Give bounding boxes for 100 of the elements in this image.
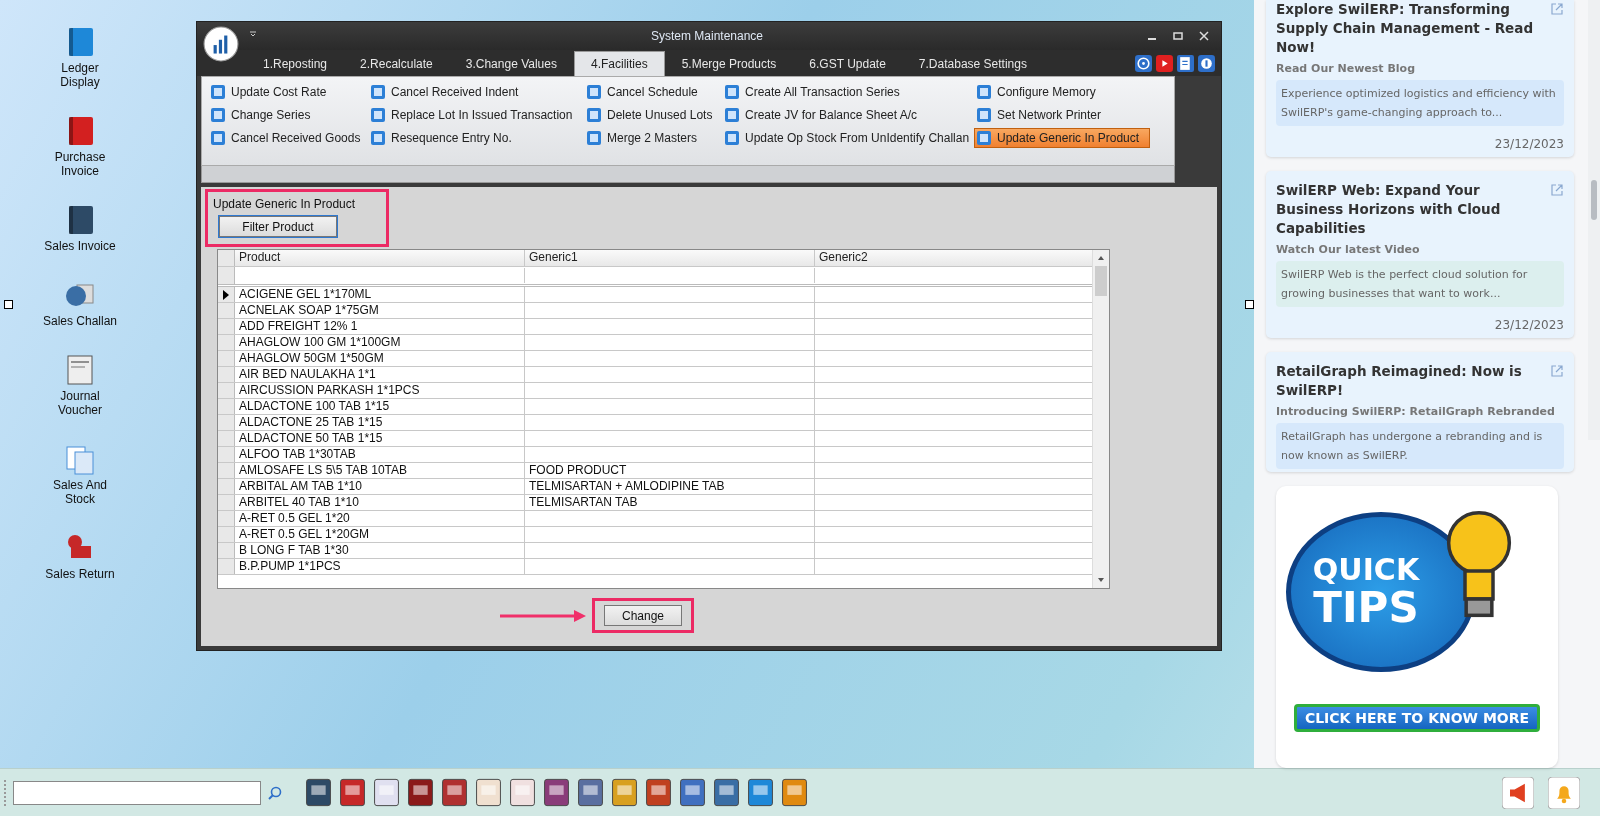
news-title[interactable]: RetailGraph Reimagined: Now is SwilERP! — [1276, 362, 1544, 400]
ribbon-item[interactable]: Replace Lot In Issued Transaction — [368, 105, 584, 125]
shortcut-label[interactable]: Sales Return — [40, 567, 120, 581]
ribbon-item[interactable]: Cancel Received Indent — [368, 82, 584, 102]
news-card[interactable]: SwilERP Web: Expand Your Business Horizons with Cloud Capabilities Watch Our latest Video SwilERP Web is the perfect cloud solution for growing businesses that want to work... 23/12/2023 — [1266, 171, 1574, 338]
shortcut-label[interactable]: Sales Challan — [40, 314, 120, 328]
maximize-icon[interactable] — [1173, 31, 1183, 41]
table-cell: AHAGLOW 50GM 1*50GM — [235, 351, 525, 366]
row-header[interactable] — [218, 287, 235, 302]
know-more-button[interactable]: CLICK HERE TO KNOW MORE — [1294, 704, 1540, 732]
change-button[interactable]: Change — [604, 605, 682, 626]
tab[interactable]: 4.Facilities — [573, 51, 665, 76]
notepad-icon[interactable] — [1177, 55, 1194, 72]
tab[interactable]: 2.Recalculate — [344, 52, 449, 76]
shortcut-label[interactable]: Ledger Display — [40, 61, 120, 89]
table-cell: AMLOSAFE LS 5\5 TAB 10TAB — [235, 463, 525, 478]
app-shortcut-icon[interactable] — [779, 777, 810, 808]
news-card[interactable]: RetailGraph Reimagined: Now is SwilERP! Introducing SwilERP: RetailGraph Rebranded RetailGraph has undergone a rebranding and is now known as SwilERP. — [1266, 352, 1574, 472]
external-link-icon[interactable] — [1550, 2, 1564, 16]
table-cell: A-RET 0.5 GEL 1*20GM — [235, 527, 525, 542]
ribbon-item[interactable]: Update Cost Rate — [208, 82, 368, 102]
app-shortcut-icon[interactable] — [745, 777, 776, 808]
ribbon-item[interactable]: Cancel Schedule — [584, 82, 722, 102]
external-link-icon[interactable] — [1550, 364, 1564, 378]
tab[interactable]: 3.Change Values — [449, 52, 573, 76]
vertical-scrollbar[interactable] — [1588, 0, 1600, 440]
table-cell: ARBITAL AM TAB 1*10 — [235, 479, 525, 494]
ribbon-item[interactable]: Configure Memory — [974, 82, 1150, 102]
table-cell: TELMISARTAN + AMLODIPINE TAB — [525, 479, 815, 494]
help-icon[interactable] — [1135, 55, 1152, 72]
news-excerpt: RetailGraph has undergone a rebranding and is now known as SwilERP. — [1276, 423, 1564, 469]
scroll-thumb[interactable] — [1591, 180, 1597, 220]
external-link-icon[interactable] — [1550, 183, 1564, 197]
ribbon-item[interactable]: Merge 2 Masters — [584, 128, 722, 148]
shortcut-label[interactable]: Journal Voucher — [40, 389, 120, 417]
command-icon — [725, 108, 739, 122]
close-icon[interactable] — [1199, 31, 1209, 41]
news-excerpt: SwilERP Web is the perfect cloud solution for growing businesses that want to work... — [1276, 261, 1564, 307]
app-shortcut-icon[interactable] — [609, 777, 640, 808]
dropdown-icon[interactable] — [249, 30, 257, 38]
shortcut-label[interactable]: Sales Invoice — [40, 239, 120, 253]
app-shortcut-icon[interactable] — [541, 777, 572, 808]
table-cell: ALDACTONE 25 TAB 1*15 — [235, 415, 525, 430]
scroll-thumb[interactable] — [1095, 266, 1107, 296]
command-icon — [371, 131, 385, 145]
news-title[interactable]: SwilERP Web: Expand Your Business Horizons with Cloud Capabilities — [1276, 181, 1544, 238]
app-shortcut-icon[interactable] — [303, 777, 334, 808]
resize-handle[interactable] — [4, 300, 13, 309]
news-title[interactable]: Explore SwilERP: Transforming Supply Chain Management - Read Now! — [1276, 0, 1544, 57]
tab[interactable]: 1.Reposting — [247, 52, 344, 76]
table-cell: AIRCUSSION PARKASH 1*1PCS — [235, 383, 525, 398]
vertical-scrollbar[interactable] — [1092, 250, 1109, 588]
shortcut-label[interactable]: Sales And Stock — [40, 478, 120, 506]
ribbon-item[interactable]: Delete Unused Lots — [584, 105, 722, 125]
app-shortcut-icon[interactable] — [507, 777, 538, 808]
command-icon — [725, 85, 739, 99]
app-shortcut-icon[interactable] — [405, 777, 436, 808]
shortcut-label[interactable]: Purchase Invoice — [40, 150, 120, 178]
news-subtitle: Introducing SwilERP: RetailGraph Rebranded — [1276, 405, 1556, 418]
ribbon-item[interactable]: Update Op Stock From UnIdentify Challan — [722, 128, 974, 148]
megaphone-icon[interactable] — [1502, 776, 1534, 809]
app-shortcut-icon[interactable] — [711, 777, 742, 808]
news-card[interactable]: Explore SwilERP: Transforming Supply Chain Management - Read Now! Read Our Newest Blog Experience optimized logistics and efficiency with SwilERP's game-changing approach to... 23/12/2023 — [1266, 0, 1574, 157]
tab[interactable]: 5.Merge Products — [665, 52, 793, 76]
search-icon[interactable] — [267, 784, 283, 801]
search-field[interactable] — [13, 780, 261, 805]
column-header[interactable]: Product — [235, 250, 525, 266]
tab[interactable]: 6.GST Update — [793, 52, 902, 76]
ribbon-item[interactable]: Create JV for Balance Sheet A/c — [722, 105, 974, 125]
command-icon — [977, 131, 991, 145]
app-shortcut-icon[interactable] — [643, 777, 674, 808]
ribbon-item[interactable]: Change Series — [208, 105, 368, 125]
ribbon-item[interactable]: Resequence Entry No. — [368, 128, 584, 148]
command-icon — [587, 108, 601, 122]
table-cell: B LONG F TAB 1*30 — [235, 543, 525, 558]
banner-text: TIPS — [1313, 586, 1419, 630]
ribbon-item[interactable]: Cancel Received Goods — [208, 128, 368, 148]
command-icon — [587, 131, 601, 145]
table-cell: ALDACTONE 100 TAB 1*15 — [235, 399, 525, 414]
resize-handle[interactable] — [1245, 300, 1254, 309]
table-cell: AHAGLOW 100 GM 1*100GM — [235, 335, 525, 350]
ribbon-item[interactable]: Set Network Printer — [974, 105, 1150, 125]
ribbon-item[interactable]: Update Generic In Product — [974, 128, 1150, 148]
app-shortcut-icon[interactable] — [677, 777, 708, 808]
filter-product-button[interactable]: Filter Product — [219, 216, 337, 237]
app-shortcut-icon[interactable] — [575, 777, 606, 808]
ribbon-item[interactable]: Create All Transaction Series — [722, 82, 974, 102]
app-shortcut-icon[interactable] — [371, 777, 402, 808]
table-cell: AIR BED NAULAKHA 1*1 — [235, 367, 525, 382]
app-shortcut-icon[interactable] — [473, 777, 504, 808]
tab[interactable]: 7.Database Settings — [902, 52, 1043, 76]
app-shortcut-icon[interactable] — [439, 777, 470, 808]
video-icon[interactable] — [1156, 55, 1173, 72]
table-cell: FOOD PRODUCT — [525, 463, 815, 478]
column-header[interactable]: Generic1 — [525, 250, 815, 266]
window-title: System Maintenance — [649, 29, 765, 43]
info-icon[interactable] — [1198, 55, 1215, 72]
quick-tips-banner[interactable]: QUICK TIPS CLICK HERE TO KNOW MORE — [1276, 486, 1558, 768]
app-shortcut-icon[interactable] — [337, 777, 368, 808]
command-icon — [725, 131, 739, 145]
